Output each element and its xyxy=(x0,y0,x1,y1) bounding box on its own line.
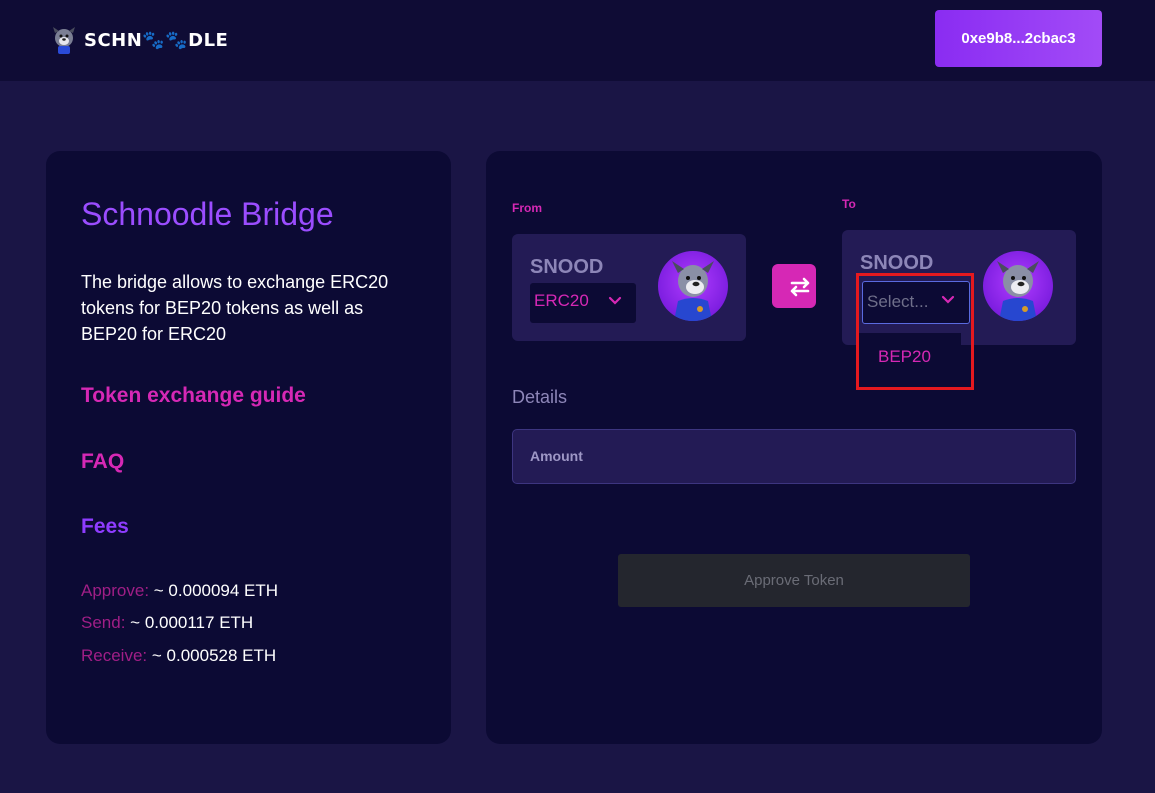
to-network-placeholder: Select... xyxy=(867,292,929,311)
amount-input[interactable]: Amount xyxy=(512,429,1076,484)
snood-token-avatar xyxy=(983,251,1053,321)
to-token-box: SNOOD Select... xyxy=(842,230,1076,345)
to-label: To xyxy=(842,197,856,211)
chevron-down-icon xyxy=(608,296,622,305)
fee-approve: Approve: ~ 0.000094 ETH xyxy=(81,581,279,600)
bridge-panel: From To SNOOD ERC20 SNOOD Select... BEP2… xyxy=(486,151,1102,744)
to-network-select[interactable]: Select... xyxy=(862,281,970,324)
token-exchange-guide-link[interactable]: Token exchange guide xyxy=(81,384,306,408)
schnoodle-logo[interactable]: SCHN🐾🐾DLE xyxy=(50,25,228,55)
info-panel: Schnoodle Bridge The bridge allows to ex… xyxy=(46,151,451,744)
fee-send: Send: ~ 0.000117 ETH xyxy=(81,613,254,632)
dog-mascot-icon xyxy=(672,261,714,321)
from-network-select[interactable]: ERC20 xyxy=(530,283,636,323)
faq-link[interactable]: FAQ xyxy=(81,450,124,474)
fees-link[interactable]: Fees xyxy=(81,515,129,539)
chevron-down-icon xyxy=(941,295,955,304)
dropdown-option-bep20[interactable]: BEP20 xyxy=(878,347,931,367)
dog-mascot-icon xyxy=(997,261,1039,321)
network-dropdown-menu: BEP20 xyxy=(859,333,961,373)
from-token-name: SNOOD xyxy=(530,256,604,278)
from-label: From xyxy=(512,201,542,215)
fee-receive: Receive: ~ 0.000528 ETH xyxy=(81,646,277,665)
dog-mascot-icon xyxy=(53,27,75,54)
bridge-description: The bridge allows to exchange ERC20 toke… xyxy=(81,272,389,344)
swap-direction-button[interactable] xyxy=(772,264,816,308)
logo-wordmark: SCHN🐾🐾DLE xyxy=(84,29,229,51)
from-network-value: ERC20 xyxy=(534,291,589,310)
amount-label: Amount xyxy=(530,448,583,464)
page-title: Schnoodle Bridge xyxy=(81,196,334,232)
from-token-box: SNOOD ERC20 xyxy=(512,234,746,341)
snood-token-avatar xyxy=(658,251,728,321)
swap-arrows-icon xyxy=(790,277,810,297)
to-token-name: SNOOD xyxy=(860,252,934,274)
details-heading: Details xyxy=(512,387,568,407)
top-header: SCHN🐾🐾DLE 0xe9b8...2cbac3 xyxy=(0,0,1155,81)
approve-token-button[interactable]: Approve Token xyxy=(618,554,970,607)
wallet-address-button[interactable]: 0xe9b8...2cbac3 xyxy=(935,10,1102,67)
